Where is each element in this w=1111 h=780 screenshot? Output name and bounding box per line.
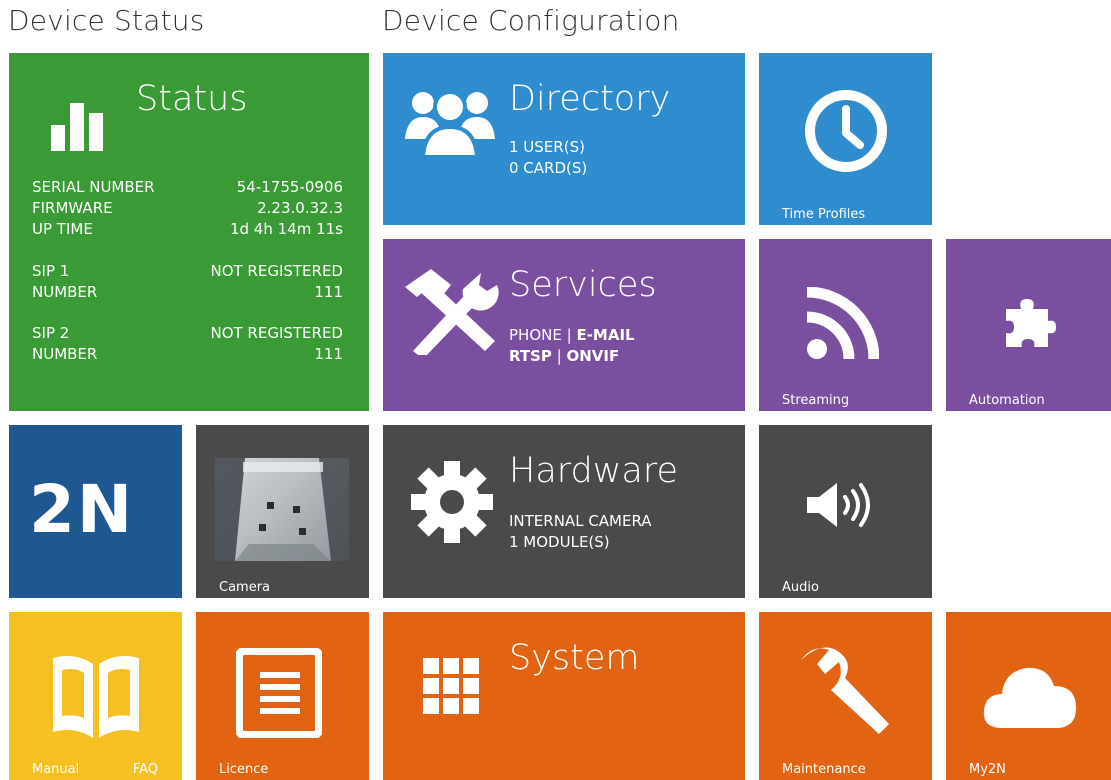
manual-label[interactable]: Manual [32, 762, 79, 777]
gear-icon [411, 461, 493, 543]
directory-title: Directory [509, 79, 671, 119]
sip1-value: NOT REGISTERED [210, 262, 343, 280]
time-profiles-tile[interactable]: Time Profiles [759, 53, 932, 225]
sip1-info: SIP 1 NOT REGISTERED NUMBER 111 [32, 261, 343, 303]
status-row: SIP 1 NOT REGISTERED [32, 261, 343, 282]
hardware-details: INTERNAL CAMERA 1 MODULE(S) [509, 511, 652, 553]
service-email: E-MAIL [576, 326, 635, 344]
rss-icon [807, 287, 879, 359]
status-row: SERIAL NUMBER 54-1755-0906 [32, 177, 343, 198]
uptime-label: UP TIME [32, 220, 93, 238]
service-rtsp: RTSP [509, 347, 552, 365]
system-title: System [509, 638, 640, 678]
directory-cards-count: 0 CARD(S) [509, 159, 588, 177]
status-title: Status [136, 79, 248, 119]
camera-preview-image [215, 458, 349, 561]
directory-details: 1 USER(S) 0 CARD(S) [509, 137, 587, 179]
sip2-value: NOT REGISTERED [210, 324, 343, 342]
wrench-icon [795, 640, 895, 740]
2n-logo: 2N [29, 471, 135, 548]
status-tile[interactable]: Status SERIAL NUMBER 54-1755-0906 FIRMWA… [9, 53, 369, 411]
status-row: UP TIME 1d 4h 14m 11s [32, 219, 343, 240]
hardware-camera: INTERNAL CAMERA [509, 512, 652, 530]
licence-tile[interactable]: Licence [196, 612, 369, 780]
hardware-tile[interactable]: Hardware INTERNAL CAMERA 1 MODULE(S) [383, 425, 745, 598]
directory-tile[interactable]: Directory 1 USER(S) 0 CARD(S) [383, 53, 745, 225]
service-phone: PHONE [509, 326, 562, 344]
system-tile[interactable]: System [383, 612, 745, 780]
maintenance-tile[interactable]: Maintenance [759, 612, 932, 780]
book-icon [53, 654, 139, 738]
speaker-icon [805, 481, 875, 529]
services-tile[interactable]: Services PHONE | E-MAIL RTSP | ONVIF [383, 239, 745, 411]
sip2-label: SIP 2 [32, 324, 70, 342]
manual-tile[interactable]: Manual FAQ [9, 612, 182, 780]
streaming-tile[interactable]: Streaming [759, 239, 932, 411]
tools-icon [403, 267, 501, 355]
separator: | [551, 347, 567, 365]
my2n-tile[interactable]: My2N [946, 612, 1111, 780]
hardware-modules: 1 MODULE(S) [509, 533, 610, 551]
streaming-label: Streaming [782, 393, 850, 408]
audio-tile[interactable]: Audio [759, 425, 932, 598]
uptime-value: 1d 4h 14m 11s [229, 220, 343, 238]
status-row: NUMBER 111 [32, 282, 343, 303]
services-details: PHONE | E-MAIL RTSP | ONVIF [509, 325, 635, 367]
faq-label[interactable]: FAQ [133, 762, 158, 777]
logo-tile[interactable]: 2N [9, 425, 182, 598]
cloud-icon [982, 656, 1078, 728]
licence-label: Licence [219, 762, 269, 777]
serial-number-value: 54-1755-0906 [236, 178, 343, 196]
clock-icon [804, 89, 888, 173]
sip2-number-value: 111 [314, 345, 343, 363]
firmware-value: 2.23.0.32.3 [257, 199, 343, 217]
sip2-info: SIP 2 NOT REGISTERED NUMBER 111 [32, 323, 343, 365]
automation-tile[interactable]: Automation [946, 239, 1111, 411]
service-onvif: ONVIF [566, 347, 620, 365]
status-row: SIP 2 NOT REGISTERED [32, 323, 343, 344]
status-row: FIRMWARE 2.23.0.32.3 [32, 198, 343, 219]
puzzle-icon [1004, 297, 1056, 349]
sip1-number-value: 111 [314, 283, 343, 301]
device-configuration-heading: Device Configuration [382, 4, 680, 37]
device-status-heading: Device Status [8, 4, 205, 37]
time-profiles-label: Time Profiles [782, 207, 866, 222]
services-title: Services [509, 265, 657, 305]
camera-label: Camera [219, 580, 271, 595]
users-icon [405, 83, 495, 157]
my2n-label: My2N [969, 762, 1006, 777]
maintenance-label: Maintenance [782, 762, 866, 777]
audio-label: Audio [782, 580, 819, 595]
sip2-number-label: NUMBER [32, 345, 98, 363]
separator: | [561, 326, 577, 344]
firmware-label: FIRMWARE [32, 199, 113, 217]
document-icon [236, 648, 322, 738]
serial-number-label: SERIAL NUMBER [32, 178, 155, 196]
directory-users-count: 1 USER(S) [509, 138, 585, 156]
hardware-title: Hardware [509, 451, 678, 491]
automation-label: Automation [969, 393, 1045, 408]
status-info-top: SERIAL NUMBER 54-1755-0906 FIRMWARE 2.23… [32, 177, 343, 240]
camera-tile[interactable]: Camera [196, 425, 369, 598]
grid-icon [423, 658, 479, 714]
sip1-label: SIP 1 [32, 262, 70, 280]
bar-chart-icon [49, 95, 105, 151]
status-row: NUMBER 111 [32, 344, 343, 365]
sip1-number-label: NUMBER [32, 283, 98, 301]
